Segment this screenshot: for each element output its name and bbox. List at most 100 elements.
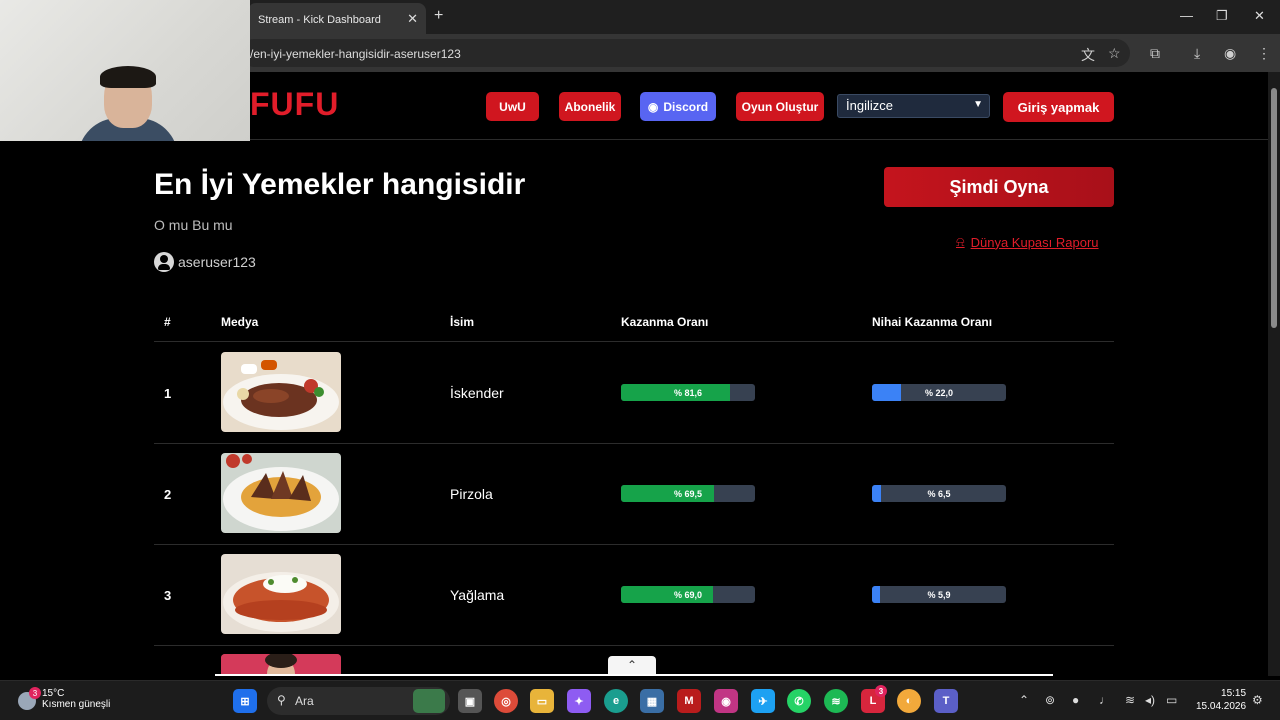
chrome-icon[interactable]: ◎ <box>494 689 518 713</box>
tray-chevron-up-icon[interactable]: ⌃ <box>1019 693 1029 707</box>
author-name: aseruser123 <box>178 254 256 270</box>
search-placeholder: Ara <box>295 694 314 708</box>
author[interactable]: aseruser123 <box>154 252 256 272</box>
discord-icon: ◉ <box>647 99 659 114</box>
microphone-icon[interactable]: ♩ <box>1099 693 1111 707</box>
login-button[interactable]: Giriş yapmak <box>1003 92 1114 122</box>
clock[interactable]: 15:15 15.04.2026 <box>1196 687 1246 713</box>
task-view-icon[interactable]: ▣ <box>458 689 482 713</box>
horizontal-scrollbar[interactable] <box>215 674 1053 676</box>
food-image-partial[interactable] <box>221 654 341 676</box>
volume-icon[interactable]: ◂) <box>1145 693 1155 707</box>
vertical-scrollbar[interactable] <box>1268 72 1280 676</box>
date: 15.04.2026 <box>1196 701 1247 712</box>
final-win-rate-label: % 6,5 <box>927 488 951 499</box>
column-header-win-rate: Kazanma Oranı <box>621 315 709 329</box>
profile-icon[interactable]: ◉ <box>1224 45 1236 62</box>
column-header-final-win-rate: Nihai Kazanma Oranı <box>872 315 993 329</box>
search-icon: ⚲ <box>277 693 286 707</box>
win-rate-label: % 81,6 <box>673 387 703 398</box>
app-l-icon[interactable]: L3 <box>861 685 887 713</box>
instagram-icon[interactable]: ◉ <box>714 689 738 713</box>
spotify-icon[interactable]: ≋ <box>824 689 848 713</box>
file-explorer-icon[interactable]: ▭ <box>530 689 554 713</box>
food-image-iskender[interactable] <box>221 352 341 432</box>
twitter-icon[interactable]: ✈ <box>751 689 775 713</box>
webcam-person-hair <box>100 66 156 88</box>
address-bar[interactable]: /en-iyi-yemekler-hangisidir-aseruser123 <box>240 39 1130 67</box>
page-title: En İyi Yemekler hangisidir <box>154 168 526 201</box>
win-rate-label: % 69,5 <box>673 488 703 499</box>
food-name: Pirzola <box>450 486 493 502</box>
restore-icon[interactable]: ❐ <box>1216 8 1228 24</box>
close-tab-icon[interactable]: ✕ <box>407 11 418 27</box>
language-value: İngilizce <box>846 98 893 113</box>
play-now-button[interactable]: Şimdi Oyna <box>884 167 1114 207</box>
temperature: 15°C <box>42 688 65 699</box>
extensions-icon[interactable]: ⧉ <box>1150 45 1160 62</box>
table-row[interactable]: 3 Yağlama % 69,0 % 5,9 <box>154 545 1114 646</box>
web-page: FUFU UwU Abonelik ◉ Discord Oyun Oluştur… <box>0 72 1268 676</box>
weather-cloud-icon: 3 <box>18 687 41 710</box>
copilot-icon[interactable]: ✦ <box>567 689 591 713</box>
close-window-icon[interactable]: ✕ <box>1254 8 1265 24</box>
report-link-label: Dünya Kupası Raporu <box>970 234 1099 250</box>
food-image-yaglama[interactable] <box>221 554 341 634</box>
food-name: Yağlama <box>450 587 505 603</box>
battery-icon[interactable]: ▭ <box>1166 693 1177 707</box>
bookmark-star-icon[interactable]: ☆ <box>1108 45 1121 62</box>
new-tab-button[interactable]: + <box>434 7 443 25</box>
column-header-name: İsim <box>450 315 475 329</box>
edge-icon[interactable]: e <box>604 689 628 713</box>
webcam-overlay <box>0 0 250 141</box>
back-to-top-button[interactable]: ⌃ <box>608 656 656 676</box>
whatsapp-icon[interactable]: ✆ <box>787 689 811 713</box>
notification-bell-icon[interactable]: ⚙ <box>1252 693 1263 707</box>
app-shield-icon[interactable]: ◐ <box>897 689 921 713</box>
download-icon[interactable]: ⤓ <box>1194 45 1200 62</box>
win-rate-label: % 69,0 <box>673 589 703 600</box>
translate-icon[interactable]: 文 <box>1081 45 1095 65</box>
minimize-icon[interactable]: — <box>1180 8 1193 23</box>
table-row[interactable]: 1 İskender % 81,6 % 22,0 <box>154 343 1114 444</box>
win-rate-bar: % 81,6 <box>621 384 755 401</box>
weather-badge: 3 <box>29 687 41 699</box>
siren-icon: ⍾ <box>956 234 965 249</box>
uwu-button[interactable]: UwU <box>486 92 539 121</box>
final-win-rate-label: % 22,0 <box>924 387 954 398</box>
world-cup-report-link[interactable]: ⍾ Dünya Kupası Raporu <box>956 234 1099 250</box>
win-rate-bar: % 69,5 <box>621 485 755 502</box>
scrollbar-thumb[interactable] <box>1271 88 1277 328</box>
food-image-pirzola[interactable] <box>221 453 341 533</box>
final-win-rate-bar: % 5,9 <box>872 586 1006 603</box>
food-name: İskender <box>450 385 504 401</box>
tab-title: Stream - Kick Dashboard <box>258 14 381 26</box>
app-notification-badge: 3 <box>875 685 887 697</box>
menu-icon[interactable]: ⋮ <box>1257 45 1271 62</box>
create-game-button[interactable]: Oyun Oluştur <box>736 92 824 121</box>
weather-widget[interactable]: 3 15°C Kısmen güneşli <box>18 687 110 710</box>
wifi-icon[interactable]: ≋ <box>1125 693 1135 707</box>
widget-game-icon[interactable] <box>413 689 445 713</box>
row-rank: 3 <box>164 588 172 603</box>
store-icon[interactable]: ▦ <box>640 689 664 713</box>
discord-button[interactable]: ◉ Discord <box>640 92 716 121</box>
tray-network-activity-icon[interactable]: ⊚ <box>1045 693 1055 707</box>
browser-tab[interactable]: Stream - Kick Dashboard ✕ <box>248 3 426 34</box>
tray-app-icon[interactable]: ● <box>1072 693 1079 707</box>
mcafee-icon[interactable]: M <box>677 689 701 713</box>
url-text: /en-iyi-yemekler-hangisidir-aseruser123 <box>250 47 461 61</box>
table-row[interactable]: 2 Pirzola % 69,5 % 6,5 <box>154 444 1114 545</box>
subscription-button[interactable]: Abonelik <box>559 92 621 121</box>
start-icon[interactable]: ⊞ <box>233 689 257 713</box>
final-win-rate-bar: % 6,5 <box>872 485 1006 502</box>
language-select[interactable]: İngilizce ▼ <box>837 94 990 118</box>
taskbar: 3 15°C Kısmen güneşli ⊞ ⚲ Ara ▣ ◎ ▭ ✦ e … <box>0 680 1280 720</box>
page-subtitle: O mu Bu mu <box>154 217 233 233</box>
teams-icon[interactable]: T <box>934 689 958 713</box>
final-win-rate-label: % 5,9 <box>927 589 951 600</box>
row-rank: 2 <box>164 487 172 502</box>
site-logo[interactable]: FUFU <box>250 86 339 123</box>
column-header-media: Medya <box>221 315 259 329</box>
user-icon <box>154 252 174 272</box>
